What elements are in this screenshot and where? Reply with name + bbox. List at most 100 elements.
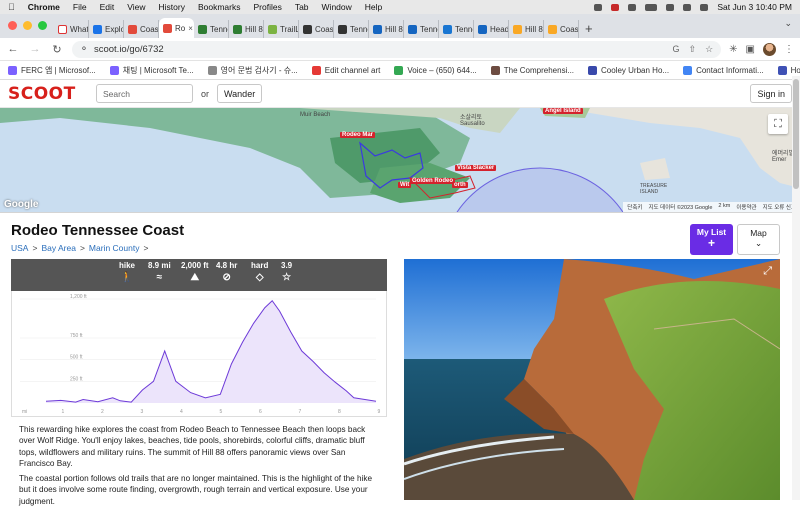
bookmark-item[interactable]: Edit channel art bbox=[311, 65, 381, 75]
tab-3[interactable]: Ro × bbox=[159, 18, 194, 38]
compass-icon: ⊘ bbox=[222, 272, 231, 283]
menu-profiles[interactable]: Profiles bbox=[253, 2, 281, 12]
close-tab-icon[interactable]: × bbox=[188, 24, 193, 33]
map-button[interactable]: Map ⌄ bbox=[737, 224, 780, 255]
tab-9[interactable]: Hill 8 bbox=[369, 20, 404, 38]
bookmark-star-icon[interactable]: ☆ bbox=[705, 44, 713, 55]
bookmark-item[interactable]: Contact Informati... bbox=[683, 65, 764, 75]
bookmark-item[interactable]: Voice – (650) 644... bbox=[394, 65, 477, 75]
menu-tab[interactable]: Tab bbox=[295, 2, 309, 12]
wander-button[interactable]: Wander bbox=[217, 84, 263, 103]
tab-2[interactable]: Coast bbox=[124, 20, 159, 38]
stat-label: 4.8 hr bbox=[216, 261, 238, 270]
extensions-icon[interactable]: ✳ bbox=[729, 44, 737, 55]
tab-14[interactable]: Coast bbox=[544, 20, 579, 38]
my-list-button[interactable]: My List + bbox=[690, 224, 733, 255]
bookmark-label: Cooley Urban Ho... bbox=[601, 65, 670, 75]
x-tick-label: 4 bbox=[180, 409, 183, 415]
tab-11[interactable]: Tenne bbox=[439, 20, 474, 38]
forward-button[interactable]: → bbox=[28, 43, 42, 55]
menu-file[interactable]: File bbox=[73, 2, 87, 12]
tab-strip: WhatExplorCoastRo×TenneHill 8TrailLiCoas… bbox=[0, 14, 800, 38]
bookmark-item[interactable]: Home - Weeks bbox=[777, 65, 800, 75]
fullscreen-map-button[interactable]: ⛶ bbox=[768, 114, 788, 134]
side-panel-icon[interactable]: ▣ bbox=[746, 44, 755, 55]
tab-0[interactable]: What bbox=[54, 20, 89, 38]
spotlight-icon[interactable] bbox=[683, 3, 692, 11]
apple-icon[interactable]:  bbox=[8, 2, 15, 12]
tab-12[interactable]: Headl bbox=[474, 20, 509, 38]
x-tick-label: 3 bbox=[141, 409, 144, 415]
bookmark-item[interactable]: Cooley Urban Ho... bbox=[588, 65, 670, 75]
clock[interactable]: Sat Jun 3 10:40 PM bbox=[717, 2, 792, 12]
tab-7[interactable]: Coast bbox=[299, 20, 334, 38]
breadcrumb-usa[interactable]: USA bbox=[11, 243, 28, 253]
menu-bookmarks[interactable]: Bookmarks bbox=[198, 2, 241, 12]
close-window-button[interactable] bbox=[8, 20, 17, 30]
reload-button[interactable]: ↻ bbox=[50, 43, 64, 56]
bookmark-label: 영어 문법 검사기 - 슈... bbox=[220, 65, 298, 75]
share-icon[interactable]: ⇧ bbox=[689, 44, 697, 55]
bookmark-item[interactable]: FERC 앱 | Microsof... bbox=[8, 65, 96, 76]
scoot-logo[interactable]: SCOOT bbox=[8, 84, 80, 104]
more-menu-icon[interactable]: ⋮ bbox=[784, 44, 794, 55]
minimize-window-button[interactable] bbox=[23, 20, 32, 30]
wifi-icon[interactable] bbox=[666, 3, 675, 11]
menu-edit[interactable]: Edit bbox=[100, 2, 115, 12]
bookmarks-bar: FERC 앱 | Microsof... 채팅 | Microsoft Te...… bbox=[0, 61, 800, 80]
tab-13[interactable]: Hill 8 bbox=[509, 20, 544, 38]
breadcrumb-marin-county[interactable]: Marin County bbox=[89, 243, 140, 253]
report-error-link[interactable]: 지도 오류 신고 bbox=[763, 203, 796, 211]
breadcrumb-bay-area[interactable]: Bay Area bbox=[41, 243, 76, 253]
google-lens-icon[interactable]: G bbox=[673, 44, 680, 55]
bookmark-item[interactable]: The Comprehensi... bbox=[490, 65, 574, 75]
trail-photo[interactable]: ⤢ bbox=[404, 259, 780, 500]
site-info-icon[interactable]: ⚬ bbox=[80, 44, 88, 55]
map-label-vista-slacker[interactable]: Vista Slacker bbox=[455, 165, 497, 171]
bookmark-item[interactable]: 채팅 | Microsoft Te... bbox=[109, 65, 194, 76]
search-input[interactable] bbox=[96, 84, 193, 103]
tab-10[interactable]: Tenne bbox=[404, 20, 439, 38]
map-label-golden-rodeo[interactable]: Golden Rodeo bbox=[410, 178, 455, 184]
tab-search-chevron-icon[interactable]: ⌄ bbox=[784, 18, 792, 29]
y-tick-label: 250 ft bbox=[70, 376, 83, 382]
menu-window[interactable]: Window bbox=[322, 2, 352, 12]
page-scrollbar[interactable] bbox=[792, 76, 800, 500]
new-tab-button[interactable]: + bbox=[579, 18, 599, 38]
tab-5[interactable]: Hill 8 bbox=[229, 20, 264, 38]
battery-icon[interactable] bbox=[645, 3, 658, 11]
bookmark-label: Edit channel art bbox=[324, 65, 381, 75]
scrollbar-thumb[interactable] bbox=[793, 79, 799, 189]
terms-link[interactable]: 이용약관 bbox=[736, 203, 756, 211]
expand-photo-icon[interactable]: ⤢ bbox=[763, 265, 772, 278]
back-button[interactable]: ← bbox=[6, 43, 20, 55]
address-bar[interactable]: ⚬ scoot.io/go/6732 G ⇧ ☆ bbox=[72, 40, 722, 58]
tab-label: TrailLi bbox=[280, 24, 298, 34]
sign-in-button[interactable]: Sign in bbox=[750, 84, 792, 103]
menu-app-name[interactable]: Chrome bbox=[28, 2, 60, 12]
tab-1[interactable]: Explor bbox=[89, 20, 124, 38]
menu-view[interactable]: View bbox=[127, 2, 145, 12]
tab-8[interactable]: Tenne bbox=[334, 20, 369, 38]
flag-icon[interactable] bbox=[611, 3, 620, 11]
bookmark-label: Contact Informati... bbox=[696, 65, 764, 75]
map-label-angel-island[interactable]: Angel Island bbox=[543, 108, 583, 114]
map-label-orth[interactable]: orth bbox=[452, 182, 468, 188]
map-label-rodeo-mar[interactable]: Rodeo Mar bbox=[340, 132, 376, 138]
url-text[interactable]: scoot.io/go/6732 bbox=[94, 44, 164, 55]
zoom-window-button[interactable] bbox=[38, 20, 47, 30]
map-label-wit[interactable]: Wit bbox=[398, 182, 412, 188]
trail-map[interactable]: Angel Island Rodeo Mar Vista Slacker Gol… bbox=[0, 108, 800, 213]
keyboard-shortcuts-link[interactable]: 단축키 bbox=[627, 203, 642, 211]
control-center-icon[interactable] bbox=[700, 3, 709, 11]
menu-history[interactable]: History bbox=[159, 2, 185, 12]
profile-avatar[interactable] bbox=[763, 42, 776, 56]
bluetooth-icon[interactable] bbox=[628, 3, 637, 11]
tab-4[interactable]: Tenne bbox=[194, 20, 229, 38]
bookmark-item[interactable]: 영어 문법 검사기 - 슈... bbox=[207, 65, 298, 76]
menu-help[interactable]: Help bbox=[365, 2, 382, 12]
tab-6[interactable]: TrailLi bbox=[264, 20, 299, 38]
status-icon[interactable] bbox=[594, 3, 603, 11]
elevation-icon: ⛰ bbox=[190, 272, 199, 283]
map-button-label: Map bbox=[750, 228, 767, 238]
